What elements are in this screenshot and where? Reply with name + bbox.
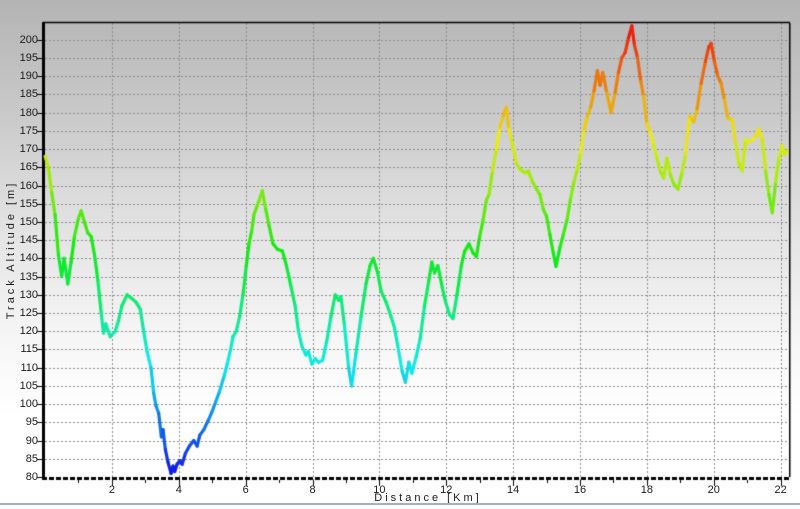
y-tick-label: 130 [6,289,38,301]
x-tick-label: 20 [700,484,728,496]
window-bottom-margin [0,505,800,509]
y-tick-label: 150 [6,216,38,228]
y-tick-label: 195 [6,52,38,64]
y-tick-label: 125 [6,307,38,319]
y-tick-label: 145 [6,234,38,246]
y-tick-label: 100 [6,398,38,410]
y-tick-label: 165 [6,161,38,173]
elevation-profile-chart: Track Altitude [m] Distance [Km] 8085909… [0,0,800,509]
x-tick-label: 16 [566,484,594,496]
y-tick-label: 85 [6,453,38,465]
x-tick-label: 2 [98,484,126,496]
y-tick-label: 200 [6,34,38,46]
y-tick-label: 140 [6,252,38,264]
y-tick-label: 180 [6,107,38,119]
x-tick-label: 6 [232,484,260,496]
y-tick-label: 190 [6,70,38,82]
y-tick-label: 95 [6,416,38,428]
y-tick-label: 105 [6,380,38,392]
y-tick-label: 115 [6,343,38,355]
y-tick-label: 175 [6,125,38,137]
y-tick-label: 80 [6,471,38,483]
y-tick-label: 155 [6,198,38,210]
x-tick-label: 14 [499,484,527,496]
chart-plot-area [0,0,800,509]
x-tick-label: 8 [299,484,327,496]
y-tick-label: 110 [6,362,38,374]
y-tick-label: 90 [6,435,38,447]
x-tick-label: 10 [365,484,393,496]
x-tick-label: 4 [165,484,193,496]
x-tick-label: 22 [767,484,795,496]
y-tick-label: 120 [6,325,38,337]
y-tick-label: 185 [6,88,38,100]
x-tick-label: 12 [432,484,460,496]
y-tick-label: 170 [6,143,38,155]
x-tick-label: 18 [633,484,661,496]
y-tick-label: 135 [6,271,38,283]
y-tick-label: 160 [6,180,38,192]
